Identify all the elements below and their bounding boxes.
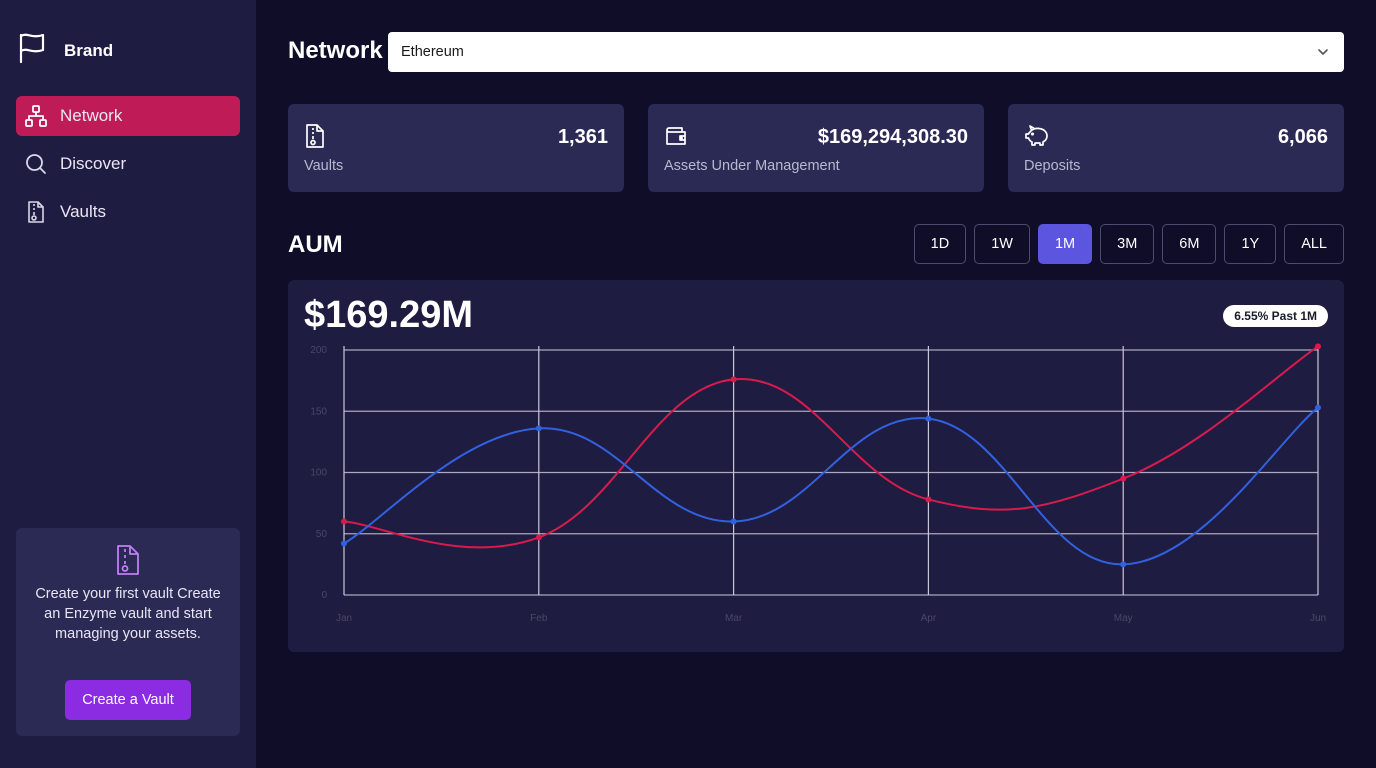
x-tick-label: Apr <box>921 613 937 624</box>
series-point-0 <box>535 534 542 541</box>
search-icon <box>24 152 48 176</box>
sidebar-item-network[interactable]: Network <box>16 96 240 136</box>
brand[interactable]: Brand <box>18 32 113 69</box>
sidebar-item-vaults[interactable]: Vaults <box>16 192 240 232</box>
series-point-1 <box>535 425 542 432</box>
sidebar-item-label: Discover <box>60 154 127 173</box>
aum-headline-value: $169.29M <box>304 294 474 336</box>
x-tick-label: Feb <box>530 613 548 624</box>
series-point-0 <box>925 496 932 503</box>
sidebar: Brand Network Discover Vaults Create you… <box>0 0 256 768</box>
y-tick-label: 150 <box>310 406 327 417</box>
chevron-down-icon <box>1316 45 1330 64</box>
range-button-1d[interactable]: 1D <box>913 224 967 264</box>
network-select-value: Ethereum <box>401 44 464 60</box>
piggy-bank-icon <box>1024 124 1050 153</box>
vault-file-icon <box>24 200 48 224</box>
network-select[interactable]: Ethereum <box>388 32 1344 72</box>
stat-label: Assets Under Management <box>664 158 840 174</box>
series-point-1 <box>341 540 347 547</box>
series-point-1 <box>730 518 737 525</box>
vault-file-icon <box>116 544 140 581</box>
change-badge: 6.55% Past 1M <box>1223 305 1328 327</box>
y-tick-label: 200 <box>310 345 327 356</box>
stat-card-aum: $169,294,308.30 Assets Under Management <box>648 104 984 192</box>
x-tick-label: Jun <box>1310 613 1326 624</box>
promo-text: Create your first vault Create an Enzyme… <box>35 586 221 642</box>
series-point-0 <box>1315 343 1321 350</box>
y-tick-label: 0 <box>321 590 327 601</box>
stat-card-vaults: 1,361 Vaults <box>288 104 624 192</box>
create-vault-promo: Create your first vault Create an Enzyme… <box>16 528 240 736</box>
sidebar-item-discover[interactable]: Discover <box>16 144 240 184</box>
series-point-1 <box>1315 404 1321 411</box>
stat-value: 1,361 <box>557 126 608 148</box>
series-point-1 <box>925 415 932 422</box>
sidebar-item-label: Network <box>60 106 123 125</box>
brand-label: Brand <box>64 40 114 60</box>
range-button-all[interactable]: ALL <box>1284 224 1344 264</box>
x-tick-label: Mar <box>725 613 743 624</box>
series-point-0 <box>1120 475 1127 482</box>
range-button-1y[interactable]: 1Y <box>1224 224 1277 264</box>
range-button-3m[interactable]: 3M <box>1100 224 1155 264</box>
stat-value: 6,066 <box>1277 126 1328 148</box>
series-point-1 <box>1120 561 1127 568</box>
page-title: Network <box>288 37 383 64</box>
stat-label: Deposits <box>1024 158 1081 174</box>
stat-label: Vaults <box>304 158 344 174</box>
sidebar-nav: Network Discover Vaults <box>16 96 240 240</box>
range-button-1w[interactable]: 1W <box>974 224 1030 264</box>
vault-file-icon <box>304 124 326 153</box>
series-line-1 <box>343 406 1319 566</box>
flag-icon <box>18 32 46 69</box>
time-range-selector: 1D 1W 1M 3M 6M 1Y ALL <box>913 224 1344 264</box>
stat-value: $169,294,308.30 <box>817 126 968 148</box>
y-tick-label: 50 <box>316 529 328 540</box>
y-tick-label: 100 <box>310 468 327 479</box>
x-tick-label: Jan <box>336 613 352 624</box>
aum-chart-card: 0 50 100 150 200 Jan Feb Mar Apr May Jun $169.29M … <box>288 280 1344 652</box>
stat-card-deposits: 6,066 Deposits <box>1008 104 1344 192</box>
create-vault-button[interactable]: Create a Vault <box>65 680 191 720</box>
series-line-0 <box>343 345 1319 549</box>
range-button-6m[interactable]: 6M <box>1162 224 1217 264</box>
network-icon <box>24 104 48 128</box>
wallet-icon <box>664 124 688 153</box>
sidebar-item-label: Vaults <box>60 202 106 221</box>
range-button-1m[interactable]: 1M <box>1037 224 1093 264</box>
series-point-0 <box>730 376 737 383</box>
x-tick-label: May <box>1114 613 1133 624</box>
series-point-0 <box>341 518 347 525</box>
aum-title: AUM <box>288 231 343 258</box>
